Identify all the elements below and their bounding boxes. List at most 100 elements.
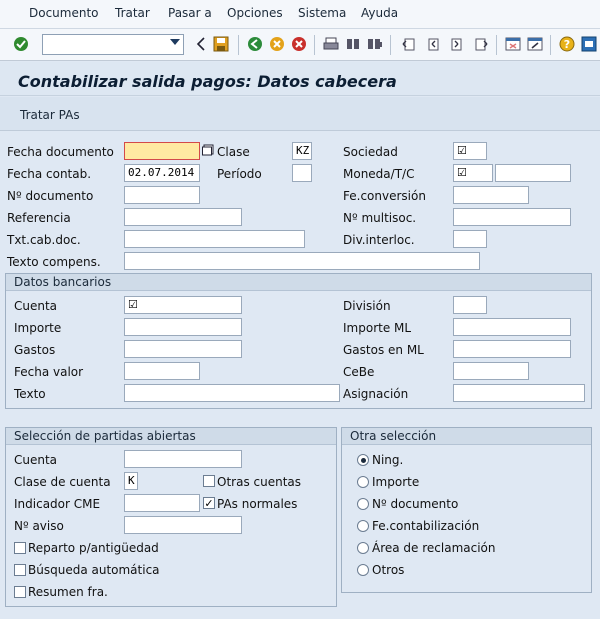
cuenta-field[interactable]: ☑ xyxy=(124,296,242,314)
referencia-field[interactable] xyxy=(124,208,242,226)
fe-conversion-field[interactable] xyxy=(453,186,529,204)
num-documento-label: Nº documento xyxy=(7,189,94,203)
fe-conversion-label: Fe.conversión xyxy=(343,189,426,203)
fecha-documento-label: Fecha documento xyxy=(7,145,114,159)
radio-area-reclamacion[interactable] xyxy=(357,542,369,554)
num-multisoc-field[interactable] xyxy=(453,208,571,226)
busqueda-checkbox[interactable] xyxy=(14,564,26,576)
toolbar-divider xyxy=(314,35,315,55)
sel-cuenta-field[interactable] xyxy=(124,450,242,468)
resumen-label: Resumen fra. xyxy=(28,585,108,599)
first-page-icon[interactable] xyxy=(400,35,418,53)
radio-importe-label: Importe xyxy=(372,475,420,489)
txt-cab-doc-label: Txt.cab.doc. xyxy=(7,233,81,247)
sociedad-field[interactable]: ☑ xyxy=(453,142,487,160)
new-session-icon[interactable] xyxy=(504,35,522,53)
customize-layout-icon[interactable] xyxy=(580,35,598,53)
cebe-label: CeBe xyxy=(343,365,375,379)
enter-check-icon[interactable] xyxy=(12,35,30,53)
importe-label: Importe xyxy=(14,321,62,335)
gastos-field[interactable] xyxy=(124,340,242,358)
command-field[interactable] xyxy=(42,34,184,55)
save-icon[interactable] xyxy=(212,35,230,53)
menu-ayuda[interactable]: Ayuda xyxy=(361,6,398,20)
toolbar-divider xyxy=(496,35,497,55)
calendar-help-icon[interactable] xyxy=(202,144,214,156)
otras-cuentas-checkbox[interactable] xyxy=(203,475,215,487)
print-icon[interactable] xyxy=(322,35,340,53)
clase-cuenta-field[interactable]: K xyxy=(124,472,138,490)
indicador-cme-label: Indicador CME xyxy=(14,497,101,511)
div-interloc-field[interactable] xyxy=(453,230,487,248)
importe-ml-label: Importe ML xyxy=(343,321,412,335)
menu-pasar-a[interactable]: Pasar a xyxy=(168,6,212,20)
find-icon[interactable] xyxy=(344,35,362,53)
num-aviso-field[interactable] xyxy=(124,516,242,534)
moneda-label: Moneda/T/C xyxy=(343,167,415,181)
moneda-field[interactable]: ☑ xyxy=(453,164,493,182)
radio-area-reclamacion-label: Área de reclamación xyxy=(372,541,496,555)
num-aviso-label: Nº aviso xyxy=(14,519,64,533)
menu-bar: Documento Tratar Pasar a Opciones Sistem… xyxy=(0,0,600,29)
menu-opciones[interactable]: Opciones xyxy=(227,6,283,20)
sel-cuenta-label: Cuenta xyxy=(14,453,58,467)
seleccion-partidas-title: Selección de partidas abiertas xyxy=(6,428,336,445)
tratar-pas-button[interactable]: Tratar PAs xyxy=(20,108,80,122)
txt-cab-doc-field[interactable] xyxy=(124,230,305,248)
periodo-label: Período xyxy=(217,167,262,181)
clase-field[interactable]: KZ xyxy=(292,142,312,160)
radio-otros[interactable] xyxy=(357,564,369,576)
shortcut-icon[interactable] xyxy=(526,35,544,53)
find-next-icon[interactable] xyxy=(366,35,384,53)
last-page-icon[interactable] xyxy=(472,35,490,53)
num-documento-field[interactable] xyxy=(124,186,200,204)
collapse-arrow-icon[interactable] xyxy=(192,35,210,53)
fecha-valor-field[interactable] xyxy=(124,362,200,380)
importe-ml-field[interactable] xyxy=(453,318,571,336)
tipo-cambio-field[interactable] xyxy=(495,164,571,182)
indicador-cme-field[interactable] xyxy=(124,494,200,512)
importe-field[interactable] xyxy=(124,318,242,336)
back-icon[interactable] xyxy=(246,35,264,53)
radio-num-documento[interactable] xyxy=(357,498,369,510)
asignacion-field[interactable] xyxy=(453,384,585,402)
texto-compens-field[interactable] xyxy=(124,252,480,270)
cebe-field[interactable] xyxy=(453,362,529,380)
radio-ning-label: Ning. xyxy=(372,453,404,467)
pas-normales-label: PAs normales xyxy=(217,497,298,511)
menu-tratar[interactable]: Tratar xyxy=(115,6,150,20)
div-interloc-label: Div.interloc. xyxy=(343,233,415,247)
next-page-icon[interactable] xyxy=(448,35,466,53)
menu-sistema[interactable]: Sistema xyxy=(298,6,346,20)
help-icon[interactable]: ? xyxy=(558,35,576,53)
texto-label: Texto xyxy=(14,387,46,401)
gastos-ml-field[interactable] xyxy=(453,340,571,358)
fecha-documento-field[interactable] xyxy=(124,142,200,160)
radio-importe[interactable] xyxy=(357,476,369,488)
reparto-checkbox[interactable] xyxy=(14,542,26,554)
fecha-contab-field[interactable]: 02.07.2014 xyxy=(124,164,200,182)
application-toolbar: Tratar PAs xyxy=(0,97,600,131)
radio-ning[interactable] xyxy=(357,454,369,466)
clase-cuenta-label: Clase de cuenta xyxy=(14,475,111,489)
texto-compens-label: Texto compens. xyxy=(7,255,101,269)
chevron-down-icon[interactable] xyxy=(170,39,180,45)
menu-documento[interactable]: Documento xyxy=(29,6,99,20)
cancel-icon[interactable] xyxy=(290,35,308,53)
datos-bancarios-title: Datos bancarios xyxy=(6,274,591,291)
radio-otros-label: Otros xyxy=(372,563,405,577)
radio-num-documento-label: Nº documento xyxy=(372,497,459,511)
resumen-checkbox[interactable] xyxy=(14,586,26,598)
division-field[interactable] xyxy=(453,296,487,314)
texto-field[interactable] xyxy=(124,384,340,402)
otras-cuentas-label: Otras cuentas xyxy=(217,475,302,489)
gastos-label: Gastos xyxy=(14,343,56,357)
previous-page-icon[interactable] xyxy=(424,35,442,53)
otra-seleccion-title: Otra selección xyxy=(342,428,591,445)
toolbar-divider xyxy=(238,35,239,55)
cuenta-label: Cuenta xyxy=(14,299,58,313)
radio-fe-contabilizacion[interactable] xyxy=(357,520,369,532)
pas-normales-checkbox[interactable]: ✓ xyxy=(203,497,215,510)
exit-icon[interactable] xyxy=(268,35,286,53)
periodo-field[interactable] xyxy=(292,164,312,182)
